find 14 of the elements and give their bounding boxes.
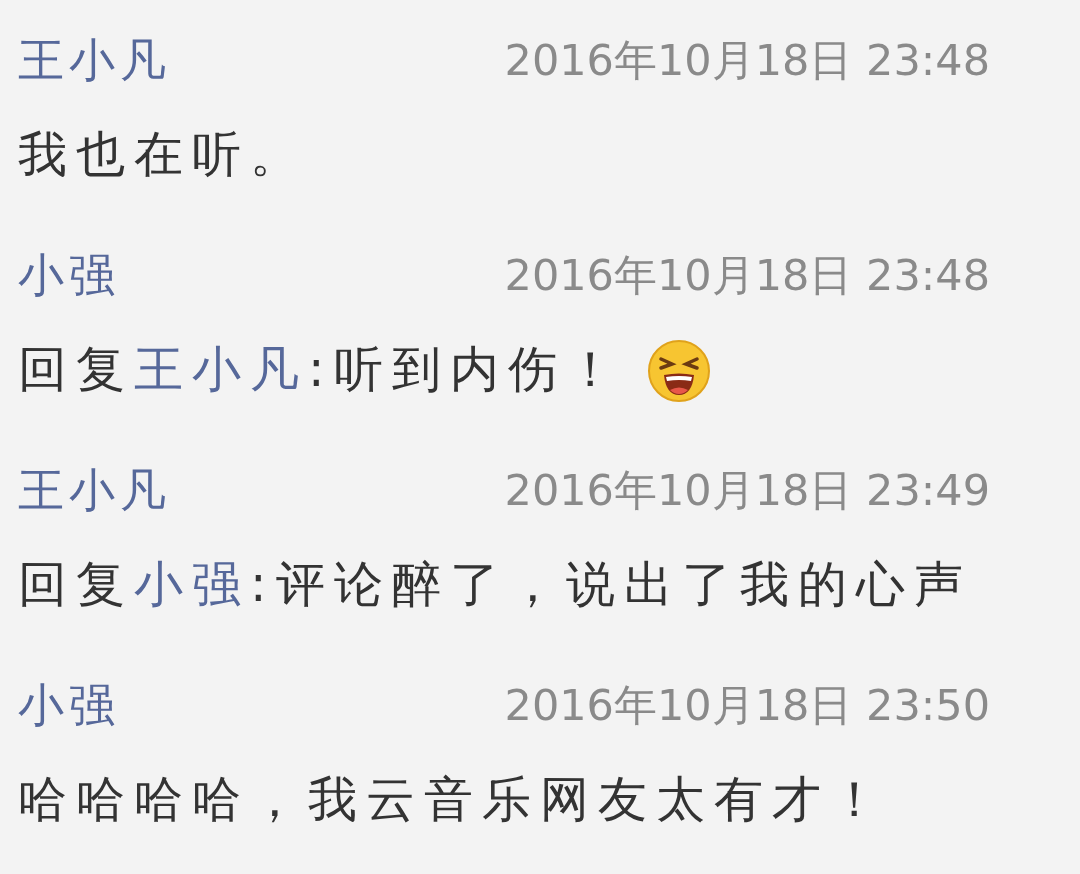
comment-text: 回复 王小凡:听到内伤！ (18, 340, 624, 400)
author-name[interactable]: 王小凡 (18, 30, 171, 90)
comment-time: 2016年10月18日 23:48 (504, 249, 990, 302)
comment-text: 回复 小强:评论醉了，说出了我的心声 (18, 555, 972, 615)
comment-time: 2016年10月18日 23:49 (504, 464, 990, 517)
comment-time: 2016年10月18日 23:50 (504, 679, 990, 732)
comment-text: 我也在听。 (18, 125, 308, 185)
reply-author-link[interactable]: 小强 (134, 556, 250, 613)
author-name[interactable]: 小强 (18, 675, 120, 735)
author-name[interactable]: 王小凡 (18, 460, 171, 520)
comment-text: 哈哈哈哈，我云音乐网友太有才！ (18, 770, 888, 830)
reply-author-link[interactable]: 王小凡 (134, 341, 308, 398)
comment-time: 2016年10月18日 23:48 (504, 34, 990, 87)
author-name[interactable]: 小强 (18, 245, 120, 305)
